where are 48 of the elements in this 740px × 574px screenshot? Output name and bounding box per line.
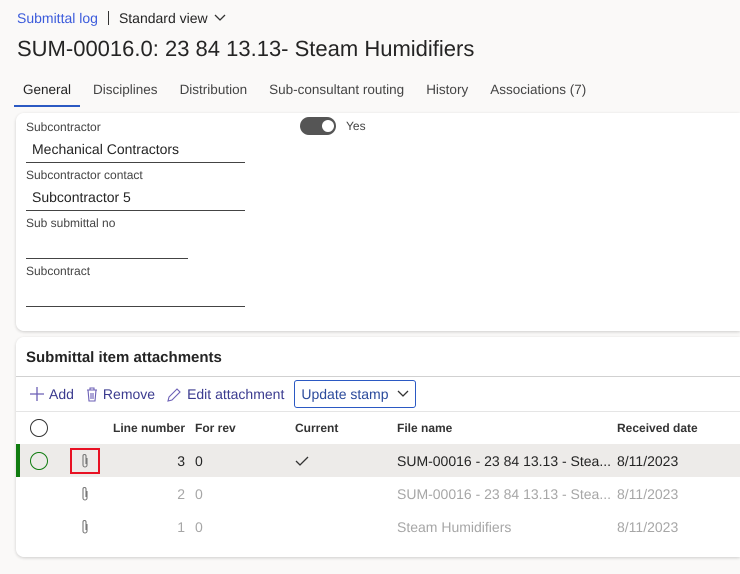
breadcrumb-link[interactable]: Submittal log: [17, 10, 98, 26]
toolbar-button[interactable]: Add: [28, 382, 76, 406]
select-all-radio[interactable]: [30, 419, 48, 437]
table-cell-text: 8/11/2023: [616, 518, 680, 534]
pencil-icon: [167, 386, 182, 402]
table-cell-text: 8/11/2023: [616, 452, 680, 468]
tab[interactable]: Distribution: [170, 76, 256, 107]
paperclip-icon: [81, 518, 89, 534]
table-cell-text: SUM-00016 - 23 84 13.13 - Stea...: [396, 486, 612, 502]
row-radio[interactable]: [30, 452, 48, 470]
update-stamp-dropdown[interactable]: Update stamp: [294, 380, 416, 408]
toggle-label: Yes: [346, 119, 366, 133]
toolbar-button[interactable]: Remove: [84, 382, 158, 406]
table-cell-text: 0: [194, 486, 204, 502]
column-header[interactable]: For rev: [190, 421, 290, 435]
table-cell-text: SUM-00016 - 23 84 13.13 - Stea...: [396, 452, 612, 468]
section-title: Submittal item attachments: [16, 337, 740, 377]
field-label: Subcontractor contact: [26, 168, 144, 182]
table-cell-text: 0: [194, 452, 204, 468]
tab[interactable]: History: [417, 76, 478, 107]
column-header[interactable]: Current: [290, 421, 392, 435]
column-header[interactable]: Line number: [108, 421, 190, 435]
tab[interactable]: General: [14, 76, 80, 107]
table-cell-text: Steam Humidifiers: [396, 518, 512, 534]
field-label: Subcontract: [26, 264, 92, 278]
table-cell-text: 8/11/2023: [616, 486, 680, 502]
toolbar-button[interactable]: Edit attachment: [165, 382, 286, 406]
table-cell-text: 0: [194, 518, 204, 534]
paperclip-icon: [81, 452, 89, 468]
column-header[interactable]: File name: [392, 421, 612, 435]
plus-icon: [30, 387, 44, 401]
view-selector[interactable]: Standard view: [118, 10, 226, 26]
tab[interactable]: Disciplines: [84, 76, 167, 107]
table-cell-text: 1: [176, 518, 186, 534]
table-row[interactable]: 3 0 SUM-00016 - 23 84 13.13 - Stea... 8/11/2023: [16, 444, 740, 477]
tab[interactable]: Associations (7): [481, 76, 596, 107]
toggle-switch[interactable]: [300, 117, 336, 135]
table-cell-text: 2: [176, 486, 186, 502]
trash-icon: [86, 386, 98, 402]
field-label: Sub submittal no: [26, 216, 116, 230]
tab[interactable]: Sub-consultant routing: [260, 76, 414, 107]
chevron-down-icon: [396, 390, 409, 398]
page-title: SUM-00016.0: 23 84 13.13- Steam Humidifiers: [17, 36, 476, 62]
chevron-down-icon: [214, 14, 226, 22]
column-header[interactable]: Received date: [612, 421, 722, 435]
paperclip-icon: [81, 486, 89, 502]
field-label: Subcontractor: [26, 120, 102, 134]
table-cell-text: 3: [176, 452, 186, 468]
